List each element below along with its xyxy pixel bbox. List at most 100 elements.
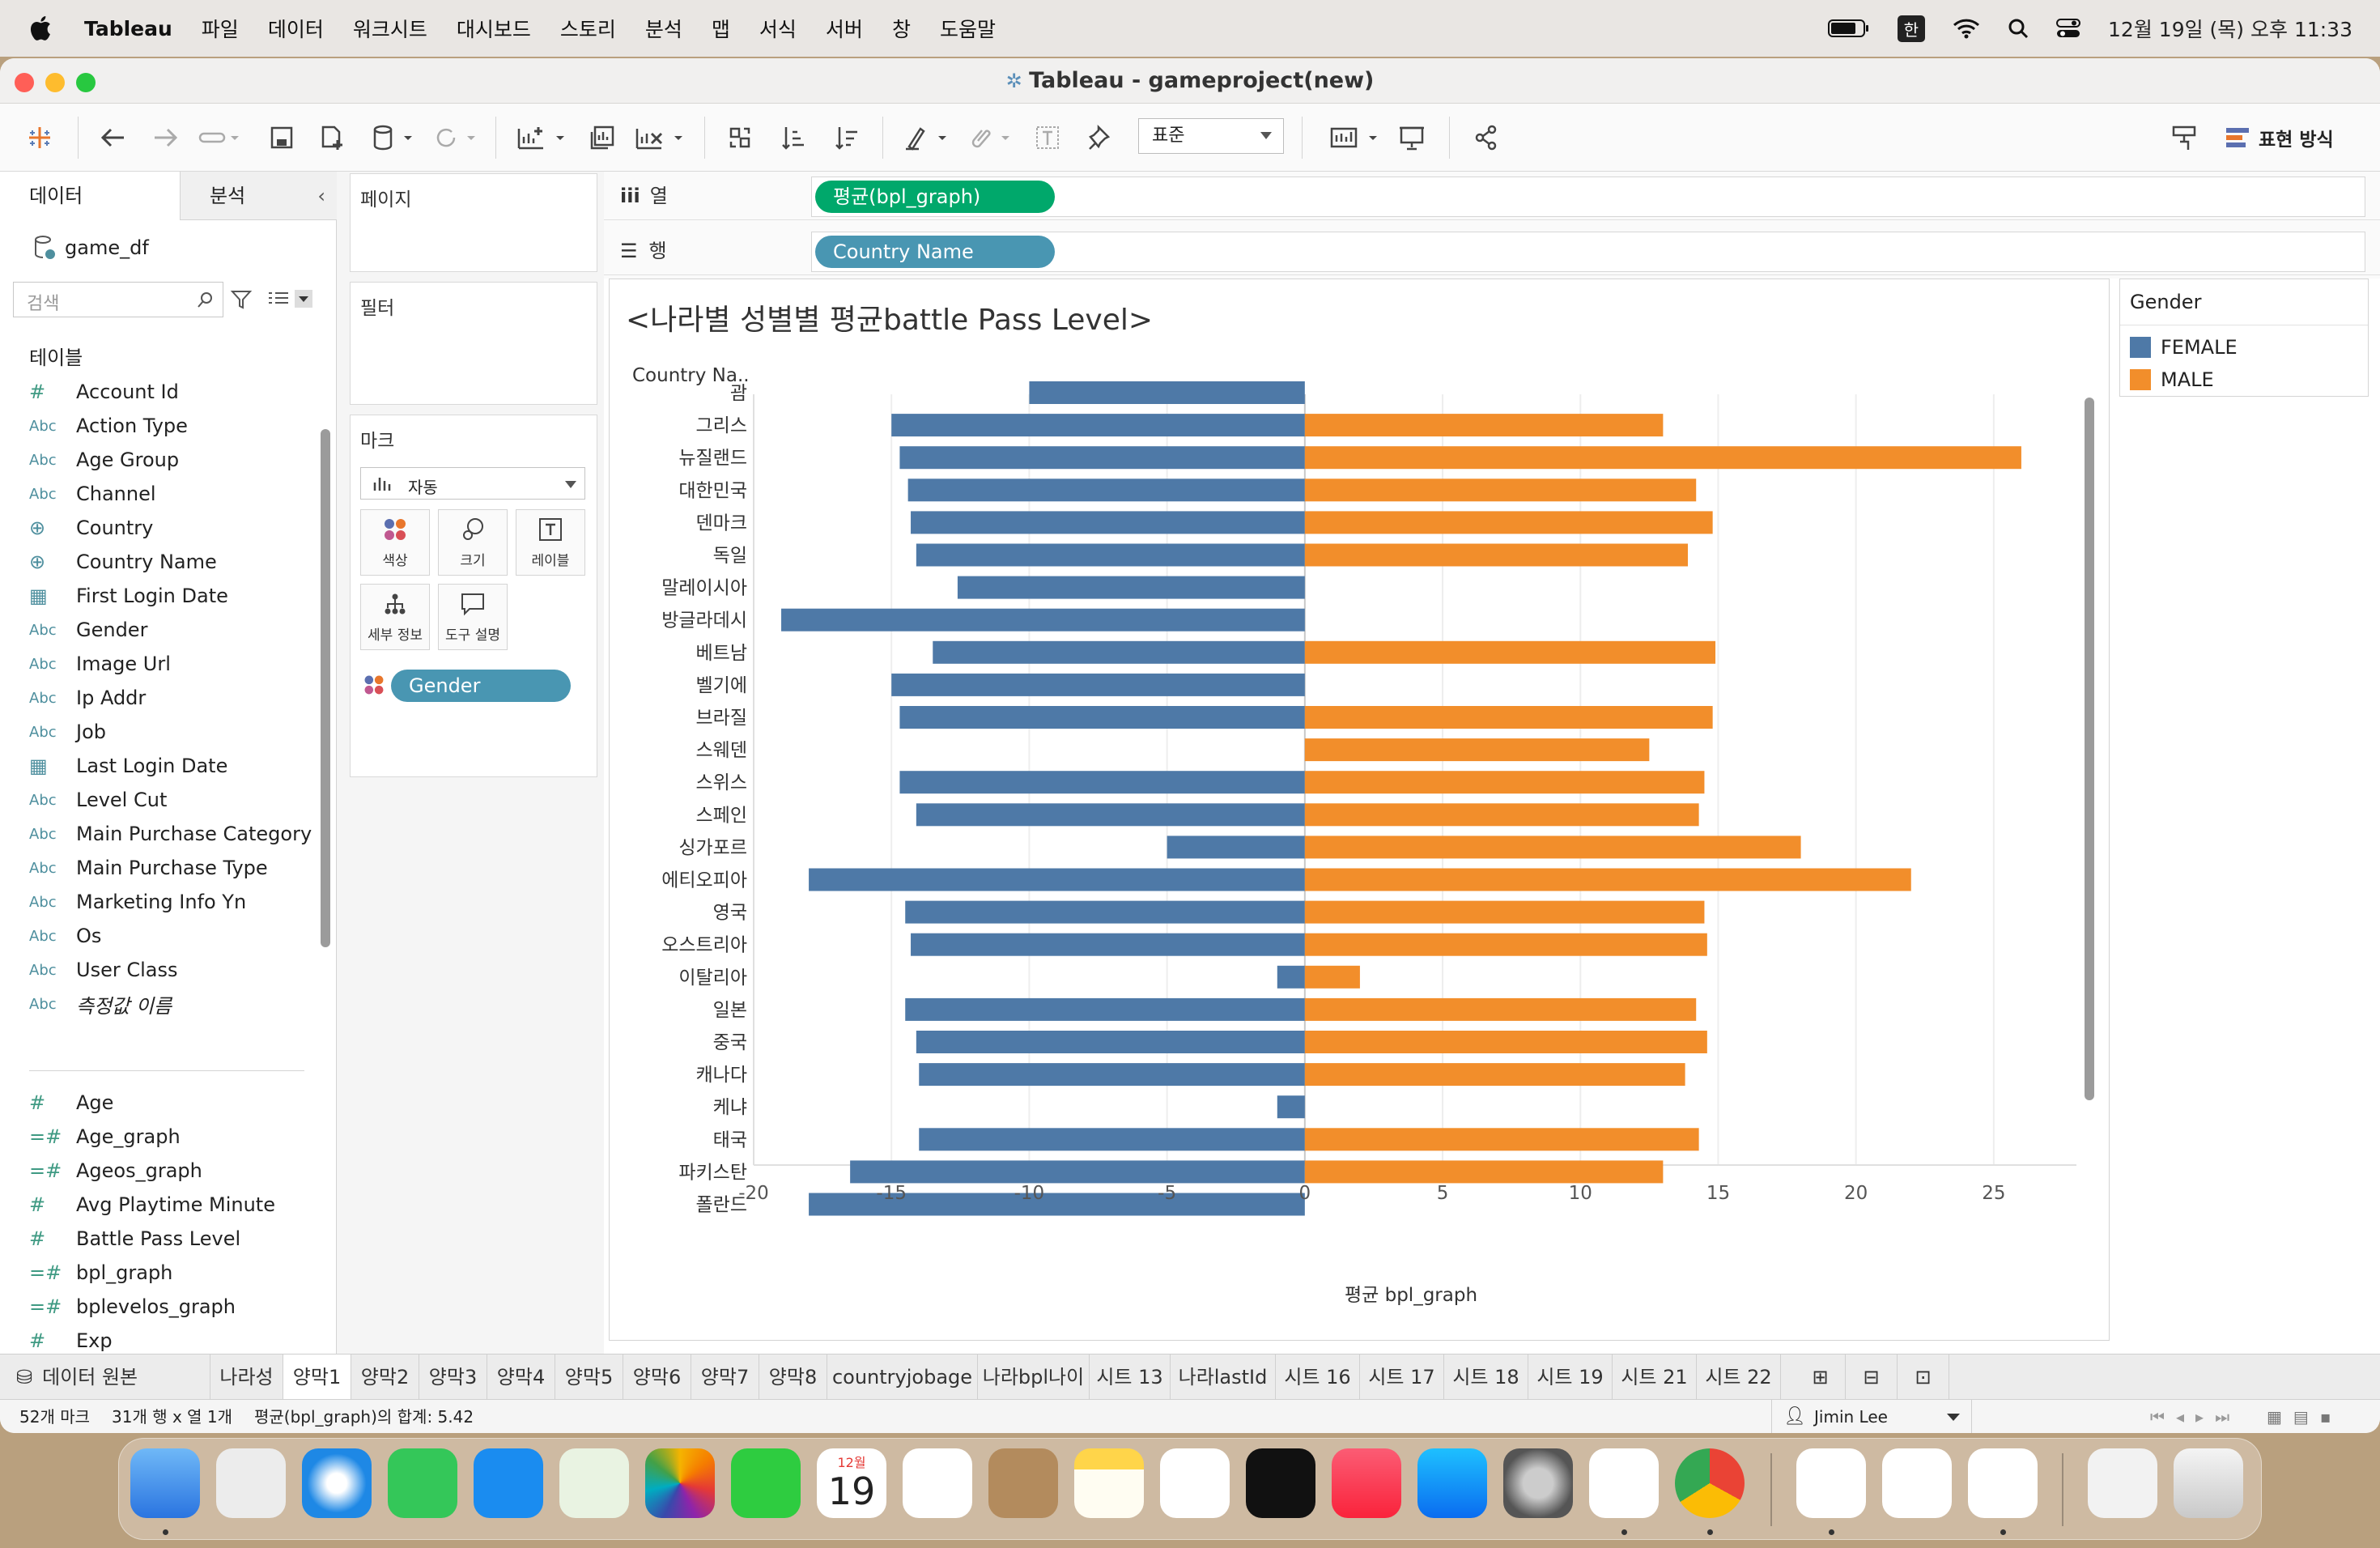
vscode-icon[interactable] — [1589, 1448, 1659, 1518]
show-me-button[interactable]: 표현 방식 — [2225, 120, 2370, 155]
field-item[interactable]: Abc Action Type — [29, 410, 188, 442]
field-item[interactable]: Abc Os — [29, 920, 101, 952]
field-item[interactable]: =# Ageos_graph — [29, 1155, 202, 1187]
bar-female[interactable] — [809, 868, 1305, 891]
maps-icon[interactable] — [559, 1448, 629, 1518]
bar-female[interactable] — [850, 1160, 1305, 1184]
field-item[interactable]: Abc User Class — [29, 954, 177, 986]
downloads-stack-icon[interactable] — [2088, 1448, 2157, 1518]
bar-female[interactable] — [957, 576, 1305, 599]
chrome-icon[interactable] — [1675, 1448, 1745, 1518]
new-dashboard-tab-icon[interactable]: ⊟ — [1846, 1354, 1898, 1400]
sheet-tab[interactable]: 시트 19 — [1528, 1354, 1613, 1400]
field-item[interactable]: Abc Ip Addr — [29, 682, 146, 714]
bar-female[interactable] — [781, 608, 1305, 632]
calendar-icon[interactable]: 12월 19 — [817, 1448, 886, 1518]
bar-female[interactable] — [891, 414, 1305, 437]
apple-tv-icon[interactable] — [1246, 1448, 1315, 1518]
new-worksheet-tab-icon[interactable]: ⊞ — [1796, 1354, 1846, 1400]
bar-male[interactable] — [1304, 446, 2021, 470]
freeform-icon[interactable] — [1160, 1448, 1230, 1518]
field-item[interactable]: Abc Main Purchase Category — [29, 818, 312, 850]
bar-male[interactable] — [1304, 997, 1697, 1021]
user-menu[interactable]: 👤︎ Jimin Lee — [1771, 1400, 1972, 1433]
sheet-tab[interactable]: 시트 21 — [1613, 1354, 1697, 1400]
show-mark-labels-icon[interactable] — [1028, 120, 1067, 155]
input-method-badge[interactable]: 한 — [1897, 15, 1926, 42]
menu-help[interactable]: 도움말 — [940, 14, 996, 43]
bar-male[interactable] — [1304, 1128, 1699, 1151]
color-mark-button[interactable]: 색상 — [360, 509, 430, 576]
show-cards-icon[interactable] — [1324, 120, 1384, 155]
tableau-app-icon[interactable] — [1796, 1448, 1866, 1518]
bar-male[interactable] — [1304, 868, 1911, 891]
search-input-box[interactable]: 검색 — [13, 282, 223, 317]
bar-male[interactable] — [1304, 965, 1360, 989]
bar-male[interactable] — [1304, 1160, 1664, 1184]
trash-icon[interactable] — [2174, 1448, 2243, 1518]
sheet-tab[interactable]: 양막3 — [419, 1354, 487, 1400]
field-item[interactable]: Abc Age Group — [29, 444, 179, 476]
size-mark-button[interactable]: 크기 — [438, 509, 508, 576]
columns-drop-area[interactable]: 평균(bpl_graph) — [811, 176, 2365, 217]
bar-male[interactable] — [1304, 738, 1650, 762]
music-icon[interactable] — [1332, 1448, 1401, 1518]
field-item[interactable]: Abc Level Cut — [29, 784, 167, 816]
menu-app-name[interactable]: Tableau — [84, 17, 172, 40]
tooltip-mark-button[interactable]: 도구 설명 — [438, 584, 508, 650]
bar-female[interactable] — [1277, 1095, 1305, 1119]
messages-icon[interactable] — [388, 1448, 457, 1518]
battery-icon[interactable] — [1827, 18, 1870, 39]
rows-pill[interactable]: Country Name — [815, 236, 1055, 268]
bar-female[interactable] — [911, 933, 1305, 956]
label-mark-button[interactable]: 레이블 — [516, 509, 585, 576]
filter-icon[interactable] — [230, 288, 253, 311]
fit-dropdown[interactable]: 표준 — [1138, 118, 1284, 154]
photos-icon[interactable] — [645, 1448, 715, 1518]
bar-female[interactable] — [905, 997, 1305, 1021]
app-store-icon[interactable] — [1417, 1448, 1487, 1518]
menu-format[interactable]: 서식 — [759, 14, 797, 43]
menu-clock[interactable]: 12월 19일 (목) 오후 11:33 — [2108, 14, 2352, 43]
show-me-hint-icon[interactable] — [2165, 120, 2204, 155]
sheet-navigation-icons[interactable]: ⏮◂▸⏭ — [2150, 1400, 2241, 1433]
bar-female[interactable] — [907, 478, 1305, 502]
finder-icon[interactable] — [130, 1448, 200, 1518]
swap-rows-columns-icon[interactable] — [720, 120, 759, 155]
collapse-pane-icon[interactable]: ‹ — [317, 172, 325, 220]
bar-female[interactable] — [919, 1063, 1305, 1087]
notes-icon[interactable] — [1074, 1448, 1144, 1518]
sort-ascending-icon[interactable] — [774, 120, 813, 155]
sort-descending-icon[interactable] — [827, 120, 866, 155]
sheet-tab[interactable]: 나라lastId — [1171, 1354, 1276, 1400]
menu-server[interactable]: 서버 — [826, 14, 863, 43]
replay-icon[interactable] — [194, 120, 243, 155]
bar-female[interactable] — [905, 900, 1305, 924]
field-item[interactable]: =# Age_graph — [29, 1121, 181, 1153]
bar-male[interactable] — [1304, 706, 1713, 729]
pause-updates-icon[interactable] — [366, 120, 418, 155]
bar-female[interactable] — [1029, 381, 1305, 404]
menu-story[interactable]: 스토리 — [560, 14, 616, 43]
sheet-tab[interactable]: 양막2 — [351, 1354, 419, 1400]
sheet-tab[interactable]: countryjobage — [827, 1354, 978, 1400]
bar-male[interactable] — [1304, 511, 1713, 534]
field-item[interactable]: ▦ Last Login Date — [29, 750, 227, 782]
rows-shelf[interactable]: ☰ 행 Country Name — [604, 227, 2380, 275]
minimize-window-button[interactable] — [45, 73, 65, 92]
tab-analysis[interactable]: 분석 ‹ — [180, 172, 337, 220]
field-item[interactable]: Abc Job — [29, 716, 106, 748]
tableau-home-icon[interactable] — [19, 120, 60, 155]
bar-female[interactable] — [1167, 836, 1305, 859]
mark-type-dropdown[interactable]: 자동 — [360, 467, 585, 500]
field-item[interactable]: # Avg Playtime Minute — [29, 1189, 275, 1221]
menu-worksheet[interactable]: 워크시트 — [353, 14, 427, 43]
field-item[interactable]: ▦ First Login Date — [29, 580, 228, 612]
menu-data[interactable]: 데이터 — [268, 14, 324, 43]
slack-icon[interactable] — [1882, 1448, 1952, 1518]
presentation-mode-icon[interactable] — [1392, 120, 1431, 155]
clear-sheet-icon[interactable] — [630, 120, 690, 155]
field-item[interactable]: # Age — [29, 1087, 113, 1119]
field-item[interactable]: ⊕ Country Name — [29, 546, 217, 578]
bar-female[interactable] — [891, 673, 1305, 696]
